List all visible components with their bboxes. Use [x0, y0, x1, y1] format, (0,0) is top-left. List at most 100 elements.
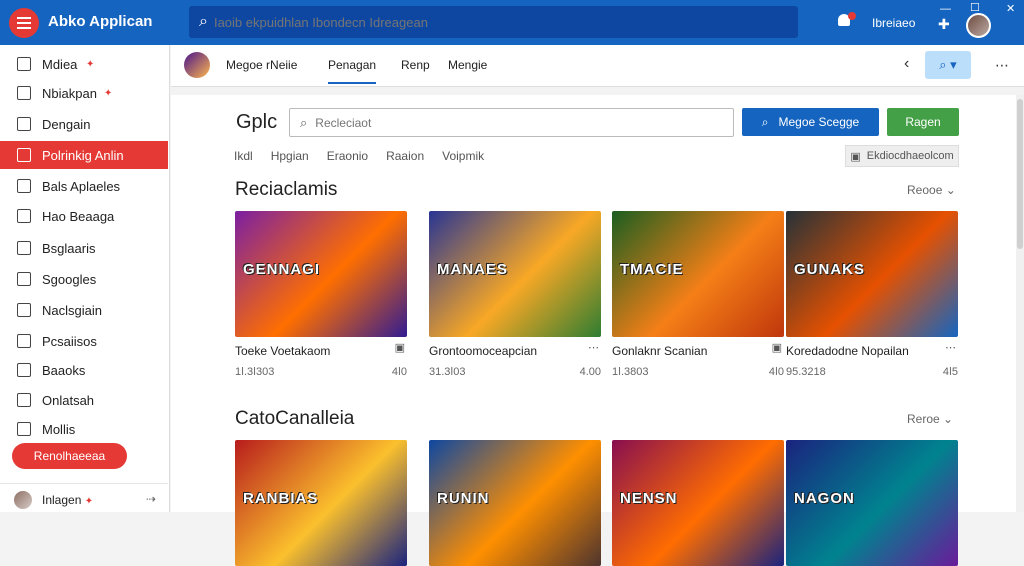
sidebar-pill-button[interactable]: Renolhaeeaa — [12, 443, 127, 469]
nav-icon — [17, 422, 31, 436]
sidebar-item-label: Polrinkig Anlin — [42, 147, 124, 163]
filter-1[interactable]: Hpgian — [271, 149, 309, 163]
global-search[interactable]: ⌕ — [189, 6, 798, 38]
title-bar: Abko Applican ⌕ Ibreiaeo — ☐ ✕ ✚ — [0, 0, 1024, 45]
star-icon: ✦ — [86, 58, 95, 70]
image-icon[interactable]: ▣ — [395, 341, 405, 354]
more-icon[interactable]: ⋯ — [945, 341, 956, 354]
minimize-button[interactable]: — — [940, 3, 951, 15]
scrollbar[interactable] — [1016, 95, 1024, 512]
sidebar-item-11[interactable]: Onlatsah — [0, 386, 168, 414]
main-panel: Gplc ⌕ ⌕Megoe Scegge Ragen Ikdl Hpgian Era… — [171, 95, 1016, 566]
sidebar-item-4[interactable]: Bals Aplaeles — [0, 172, 168, 200]
secondary-button[interactable]: Ragen — [887, 108, 959, 136]
nav-icon — [17, 334, 31, 348]
game-rating: 4ǀ0 — [391, 366, 407, 378]
scrollbar-thumb[interactable] — [1017, 99, 1023, 249]
nav-icon — [17, 303, 31, 317]
filter-options-button[interactable]: ▣ Ekdiocdhaeolcom — [845, 145, 959, 167]
sidebar-item-1[interactable]: Nbiakpan ✦ — [0, 79, 168, 107]
sidebar-item-6[interactable]: Bsglaaris — [0, 234, 168, 262]
game-thumbnail[interactable]: NENSN — [612, 440, 784, 566]
game-thumbnail[interactable]: RANBIAS — [235, 440, 407, 566]
nav-icon — [17, 57, 31, 71]
more-icon[interactable]: ⋯ — [588, 341, 599, 354]
filter-4[interactable]: Voipmik — [442, 149, 484, 163]
tab-2[interactable]: Renp — [401, 58, 430, 72]
tab-1[interactable]: Penagan — [328, 58, 377, 84]
sidebar-item-label: Bals Aplaeles — [42, 178, 121, 194]
game-thumbnail[interactable]: TMACIE — [612, 211, 784, 337]
game-title[interactable]: Gonlaknr Scanian — [612, 344, 762, 358]
nav-icon — [17, 363, 31, 377]
game-title[interactable]: Toeke Voetakaom — [235, 344, 385, 358]
sidebar-item-8[interactable]: Naclsgiain — [0, 296, 168, 324]
sidebar-item-5[interactable]: Hao Beaaga — [0, 202, 168, 230]
user-avatar[interactable] — [966, 13, 991, 38]
sidebar-item-label: Sgoogles — [42, 271, 97, 287]
notification-button[interactable] — [838, 12, 856, 30]
filter-0[interactable]: Ikdl — [234, 149, 253, 163]
game-thumbnail[interactable]: GUNAKS — [786, 211, 958, 337]
sidebar-item-9[interactable]: Pcsaiisos — [0, 327, 168, 355]
game-thumbnail[interactable]: MANAES — [429, 211, 601, 337]
game-thumbnail[interactable]: NAGON — [786, 440, 958, 566]
content-search[interactable]: ⌕ — [289, 108, 734, 137]
search-icon: ⌕ ▾ — [939, 57, 957, 72]
filter-2[interactable]: Eraonio — [327, 149, 368, 163]
avatar — [14, 491, 32, 509]
sidebar-user[interactable]: Inlagen ✦ ⇢ — [0, 483, 168, 511]
game-stat: 1ǀ.3ǀ303 — [235, 366, 275, 378]
search-button[interactable]: ⌕ ▾ — [925, 51, 971, 79]
sidebar-item-7[interactable]: Sgoogles — [0, 265, 168, 293]
sidebar-item-3[interactable]: Polrinkig Anlin — [0, 141, 168, 169]
game-stat: 1ǀ.3803 — [612, 366, 649, 378]
game-card[interactable]: NAGON — [786, 440, 958, 566]
game-title[interactable]: Grontoomoceapcian — [429, 344, 579, 358]
game-card[interactable]: GUNAKS Koredadodne Nopailan ⋯ 95.3218 4ǀ5 — [786, 211, 958, 378]
avatar[interactable] — [184, 52, 210, 78]
nav-icon — [17, 241, 31, 255]
sidebar-item-label: Mollis — [42, 421, 76, 437]
content-search-input[interactable] — [315, 115, 716, 130]
game-logo-text: RANBIAS — [243, 490, 319, 507]
primary-search-button[interactable]: ⌕ Megoe Scegge — [742, 108, 879, 136]
user-label[interactable]: Ibreiaeo — [872, 16, 915, 30]
tab-3[interactable]: Mengie — [448, 58, 487, 72]
sidebar-item-label: Baaoks — [42, 362, 86, 378]
game-logo-text: RUNIN — [437, 490, 490, 507]
game-meta: 1ǀ.3ǀ303 4ǀ0 — [235, 366, 407, 378]
sidebar-item-12[interactable]: Mollis — [0, 415, 168, 443]
nav-icon — [17, 117, 31, 131]
close-button[interactable]: ✕ — [1006, 2, 1015, 15]
see-more-link[interactable]: Reooe ⌄ — [907, 183, 956, 197]
sidebar-item-label: Onlatsah — [42, 392, 95, 408]
arrow-right-icon[interactable]: ⇢ — [146, 492, 156, 506]
game-logo-text: NENSN — [620, 490, 678, 507]
sidebar-item-0[interactable]: Mdiea ✦ — [0, 50, 168, 78]
see-more-link[interactable]: Reroe ⌄ — [907, 412, 953, 426]
game-thumbnail[interactable]: RUNIN — [429, 440, 601, 566]
game-title[interactable]: Koredadodne Nopailan — [786, 344, 936, 358]
sidebar-item-10[interactable]: Baaoks — [0, 356, 168, 384]
chevron-left-icon[interactable]: ‹ — [904, 55, 909, 73]
more-icon[interactable]: ⋯ — [995, 57, 1009, 74]
tab-0[interactable]: Megoe rNeiie — [226, 58, 297, 72]
global-search-input[interactable] — [213, 14, 774, 30]
game-card[interactable]: RUNIN — [429, 440, 601, 566]
game-card[interactable]: GENNAGI Toeke Voetakaom ▣ 1ǀ.3ǀ303 4ǀ0 — [235, 211, 407, 378]
game-card[interactable]: NENSN — [612, 440, 784, 566]
image-icon[interactable]: ▣ — [772, 341, 782, 354]
search-icon: ⌕ — [199, 13, 208, 30]
game-card[interactable]: TMACIE Gonlaknr Scanian ▣ 1ǀ.3803 4ǀ0 — [612, 211, 784, 378]
puzzle-icon[interactable]: ✚ — [938, 16, 950, 33]
game-card[interactable]: RANBIAS — [235, 440, 407, 566]
menu-button[interactable] — [9, 8, 39, 38]
filter-3[interactable]: Raaion — [386, 149, 424, 163]
sidebar-user-label: Inlagen ✦ — [42, 493, 94, 507]
sidebar-item-2[interactable]: Dengain — [0, 110, 168, 138]
game-card[interactable]: MANAES Grontoomoceapcian ⋯ 31.3ǀ03 4.00 — [429, 211, 601, 378]
filter-icon: ▣ — [850, 150, 861, 163]
game-thumbnail[interactable]: GENNAGI — [235, 211, 407, 337]
nav-icon — [17, 209, 31, 223]
